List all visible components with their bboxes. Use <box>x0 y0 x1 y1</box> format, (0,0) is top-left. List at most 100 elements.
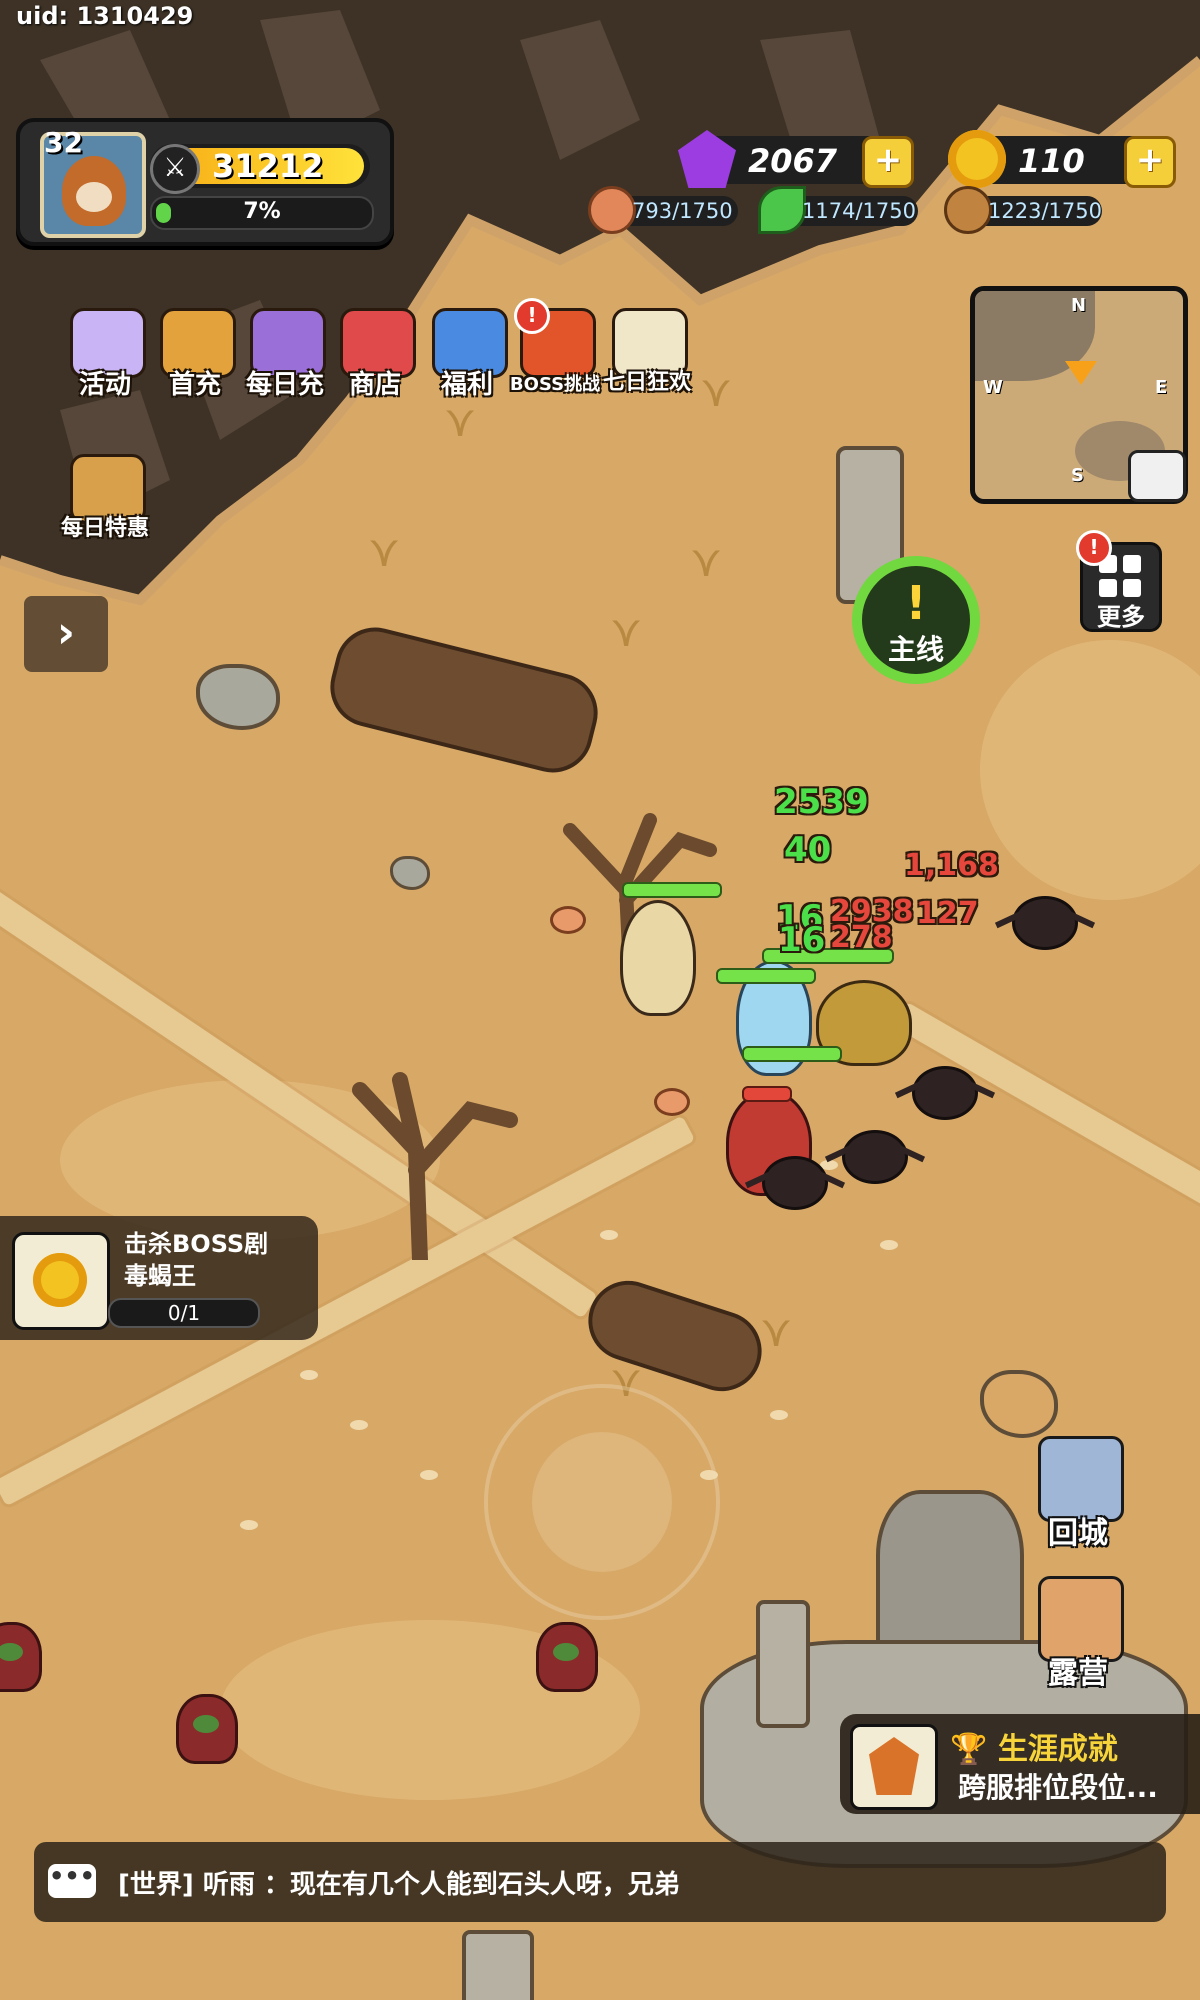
meat-drop[interactable] <box>654 1088 690 1116</box>
camp-label: 露营 <box>1048 1656 1108 1691</box>
pebble <box>770 1410 788 1420</box>
joystick-knob[interactable] <box>532 1432 672 1572</box>
leaf-icon <box>758 186 806 234</box>
scorpion-enemy[interactable] <box>1012 896 1078 950</box>
scorpion-enemy[interactable] <box>842 1130 908 1184</box>
virtual-joystick[interactable] <box>484 1384 720 1620</box>
leaf-counter: 1174/1750 <box>758 186 918 234</box>
menu-boss-challenge[interactable]: ! BOSS挑战 <box>510 298 600 414</box>
hero-health-bar <box>742 1046 842 1062</box>
user-id: uid: 1310429 <box>16 2 194 30</box>
meat-counter: 793/1750 <box>588 186 738 234</box>
boulder <box>196 664 280 730</box>
menu-label: 每日特惠 <box>60 516 149 541</box>
gem-counter: 2067 + <box>678 130 914 188</box>
pebble <box>240 1520 258 1530</box>
expand-arrow-button[interactable]: › <box>24 596 108 672</box>
menu-label: BOSS挑战 <box>509 374 601 395</box>
achievement-title-text: 生涯成就 <box>997 1732 1118 1767</box>
main-quest-label: 主线 <box>887 633 944 666</box>
add-gold-button[interactable]: + <box>1124 136 1176 188</box>
achievement-sub: 跨服排位段位... <box>958 1771 1158 1804</box>
rank-emblem-icon <box>850 1724 938 1810</box>
goblin-enemy[interactable] <box>176 1694 238 1764</box>
combat-power: ⚔ 31212 <box>150 144 370 194</box>
gem-value: 2067 <box>748 142 838 180</box>
heal-number: 40 <box>784 830 832 870</box>
more-label: 更多 <box>1097 603 1145 631</box>
pebble <box>350 1420 368 1430</box>
menu-welfare[interactable]: 福利 <box>424 304 510 414</box>
menu-first-recharge[interactable]: 首充 <box>152 304 238 414</box>
main-quest-button[interactable]: ! 主线 <box>852 556 980 684</box>
notification-badge: ! <box>514 298 550 334</box>
chat-message: [世界] 听雨 ：现在有几个人能到石头人呀，兄弟 <box>118 1870 680 1900</box>
menu-label: 七日狂欢 <box>602 370 691 395</box>
heal-number: 16 <box>778 920 826 960</box>
return-city-label: 回城 <box>1048 1516 1108 1551</box>
ore-drop[interactable] <box>390 856 430 890</box>
camera-icon[interactable] <box>1128 450 1186 502</box>
meat-drop[interactable] <box>550 906 586 934</box>
hero-health-bar <box>716 968 816 984</box>
ground-patch <box>980 640 1200 900</box>
achievement-title: 🏆 生涯成就 <box>950 1724 1118 1768</box>
meat-value: 793/1750 <box>632 199 733 223</box>
menu-events[interactable]: 活动 <box>62 304 148 414</box>
pebble <box>600 1230 618 1240</box>
fox-portrait-icon <box>62 156 126 226</box>
scorpion-enemy[interactable] <box>912 1066 978 1120</box>
damage-number: 1,168 <box>904 848 999 883</box>
gold-coin-icon <box>948 130 1006 188</box>
gold-coin-icon <box>12 1232 110 1330</box>
enemy-health-bar <box>742 1086 792 1102</box>
stone-pillar <box>756 1600 810 1728</box>
chat-bubble-icon: ••• <box>48 1864 96 1898</box>
dry-grass: ⋎ <box>760 1306 793 1357</box>
menu-daily-deal[interactable]: 每日特惠 <box>61 450 149 560</box>
player-marker-icon <box>1065 361 1097 385</box>
player-level: 32 <box>44 126 83 159</box>
wood-value: 1223/1750 <box>988 199 1102 223</box>
trophy-icon: 🏆 <box>950 1732 988 1767</box>
gold-counter: 110 + <box>948 130 1176 188</box>
notification-badge: ! <box>1076 530 1112 566</box>
boulder <box>980 1370 1058 1438</box>
meat-icon <box>588 186 636 234</box>
elf-hero <box>620 900 696 1016</box>
fallen-log <box>321 619 607 781</box>
menu-shop[interactable]: 商店 <box>332 304 418 414</box>
dry-grass: ⋎ <box>368 526 401 577</box>
menu-label: 商店 <box>348 370 401 400</box>
menu-daily-recharge[interactable]: 每日充 <box>242 304 328 414</box>
compass-west: W <box>983 377 1003 398</box>
combat-power-value: 31212 <box>212 147 324 185</box>
task-target: 毒蝎王 <box>124 1262 196 1290</box>
scorpion-enemy[interactable] <box>762 1156 828 1210</box>
wood-counter: 1223/1750 <box>944 186 1102 234</box>
add-gems-button[interactable]: + <box>862 136 914 188</box>
achievement-toast[interactable]: 🏆 生涯成就 跨服排位段位... <box>840 1714 1200 1814</box>
experience-bar: 7% <box>150 196 374 230</box>
fallen-log <box>577 1270 773 1402</box>
goblin-enemy[interactable] <box>536 1622 598 1692</box>
chat-bar[interactable]: ••• [世界] 听雨 ：现在有几个人能到石头人呀，兄弟 <box>34 1842 1166 1922</box>
menu-seven-day[interactable]: 七日狂欢 <box>603 304 691 414</box>
camp-button[interactable]: 露营 <box>1030 1576 1126 1691</box>
boss-task-panel[interactable]: 击杀BOSS剧 毒蝎王 0/1 <box>0 1216 318 1340</box>
return-city-button[interactable]: 回城 <box>1030 1436 1126 1551</box>
gold-value: 110 <box>1018 142 1085 180</box>
experience-percent: 7% <box>243 199 281 224</box>
pebble <box>300 1370 318 1380</box>
dry-grass: ⋎ <box>690 536 723 587</box>
dry-grass: ⋎ <box>700 366 733 417</box>
task-title: 击杀BOSS剧 <box>124 1230 269 1258</box>
pebble <box>420 1470 438 1480</box>
player-panel[interactable]: 32 ⚔ 31212 7% <box>16 118 394 246</box>
exclamation-icon: ! <box>905 576 927 630</box>
stone-pillar <box>462 1930 534 2000</box>
wood-icon <box>944 186 992 234</box>
task-progress: 0/1 <box>108 1298 260 1328</box>
hero-health-bar <box>622 882 722 898</box>
damage-number: 127 <box>916 896 979 931</box>
